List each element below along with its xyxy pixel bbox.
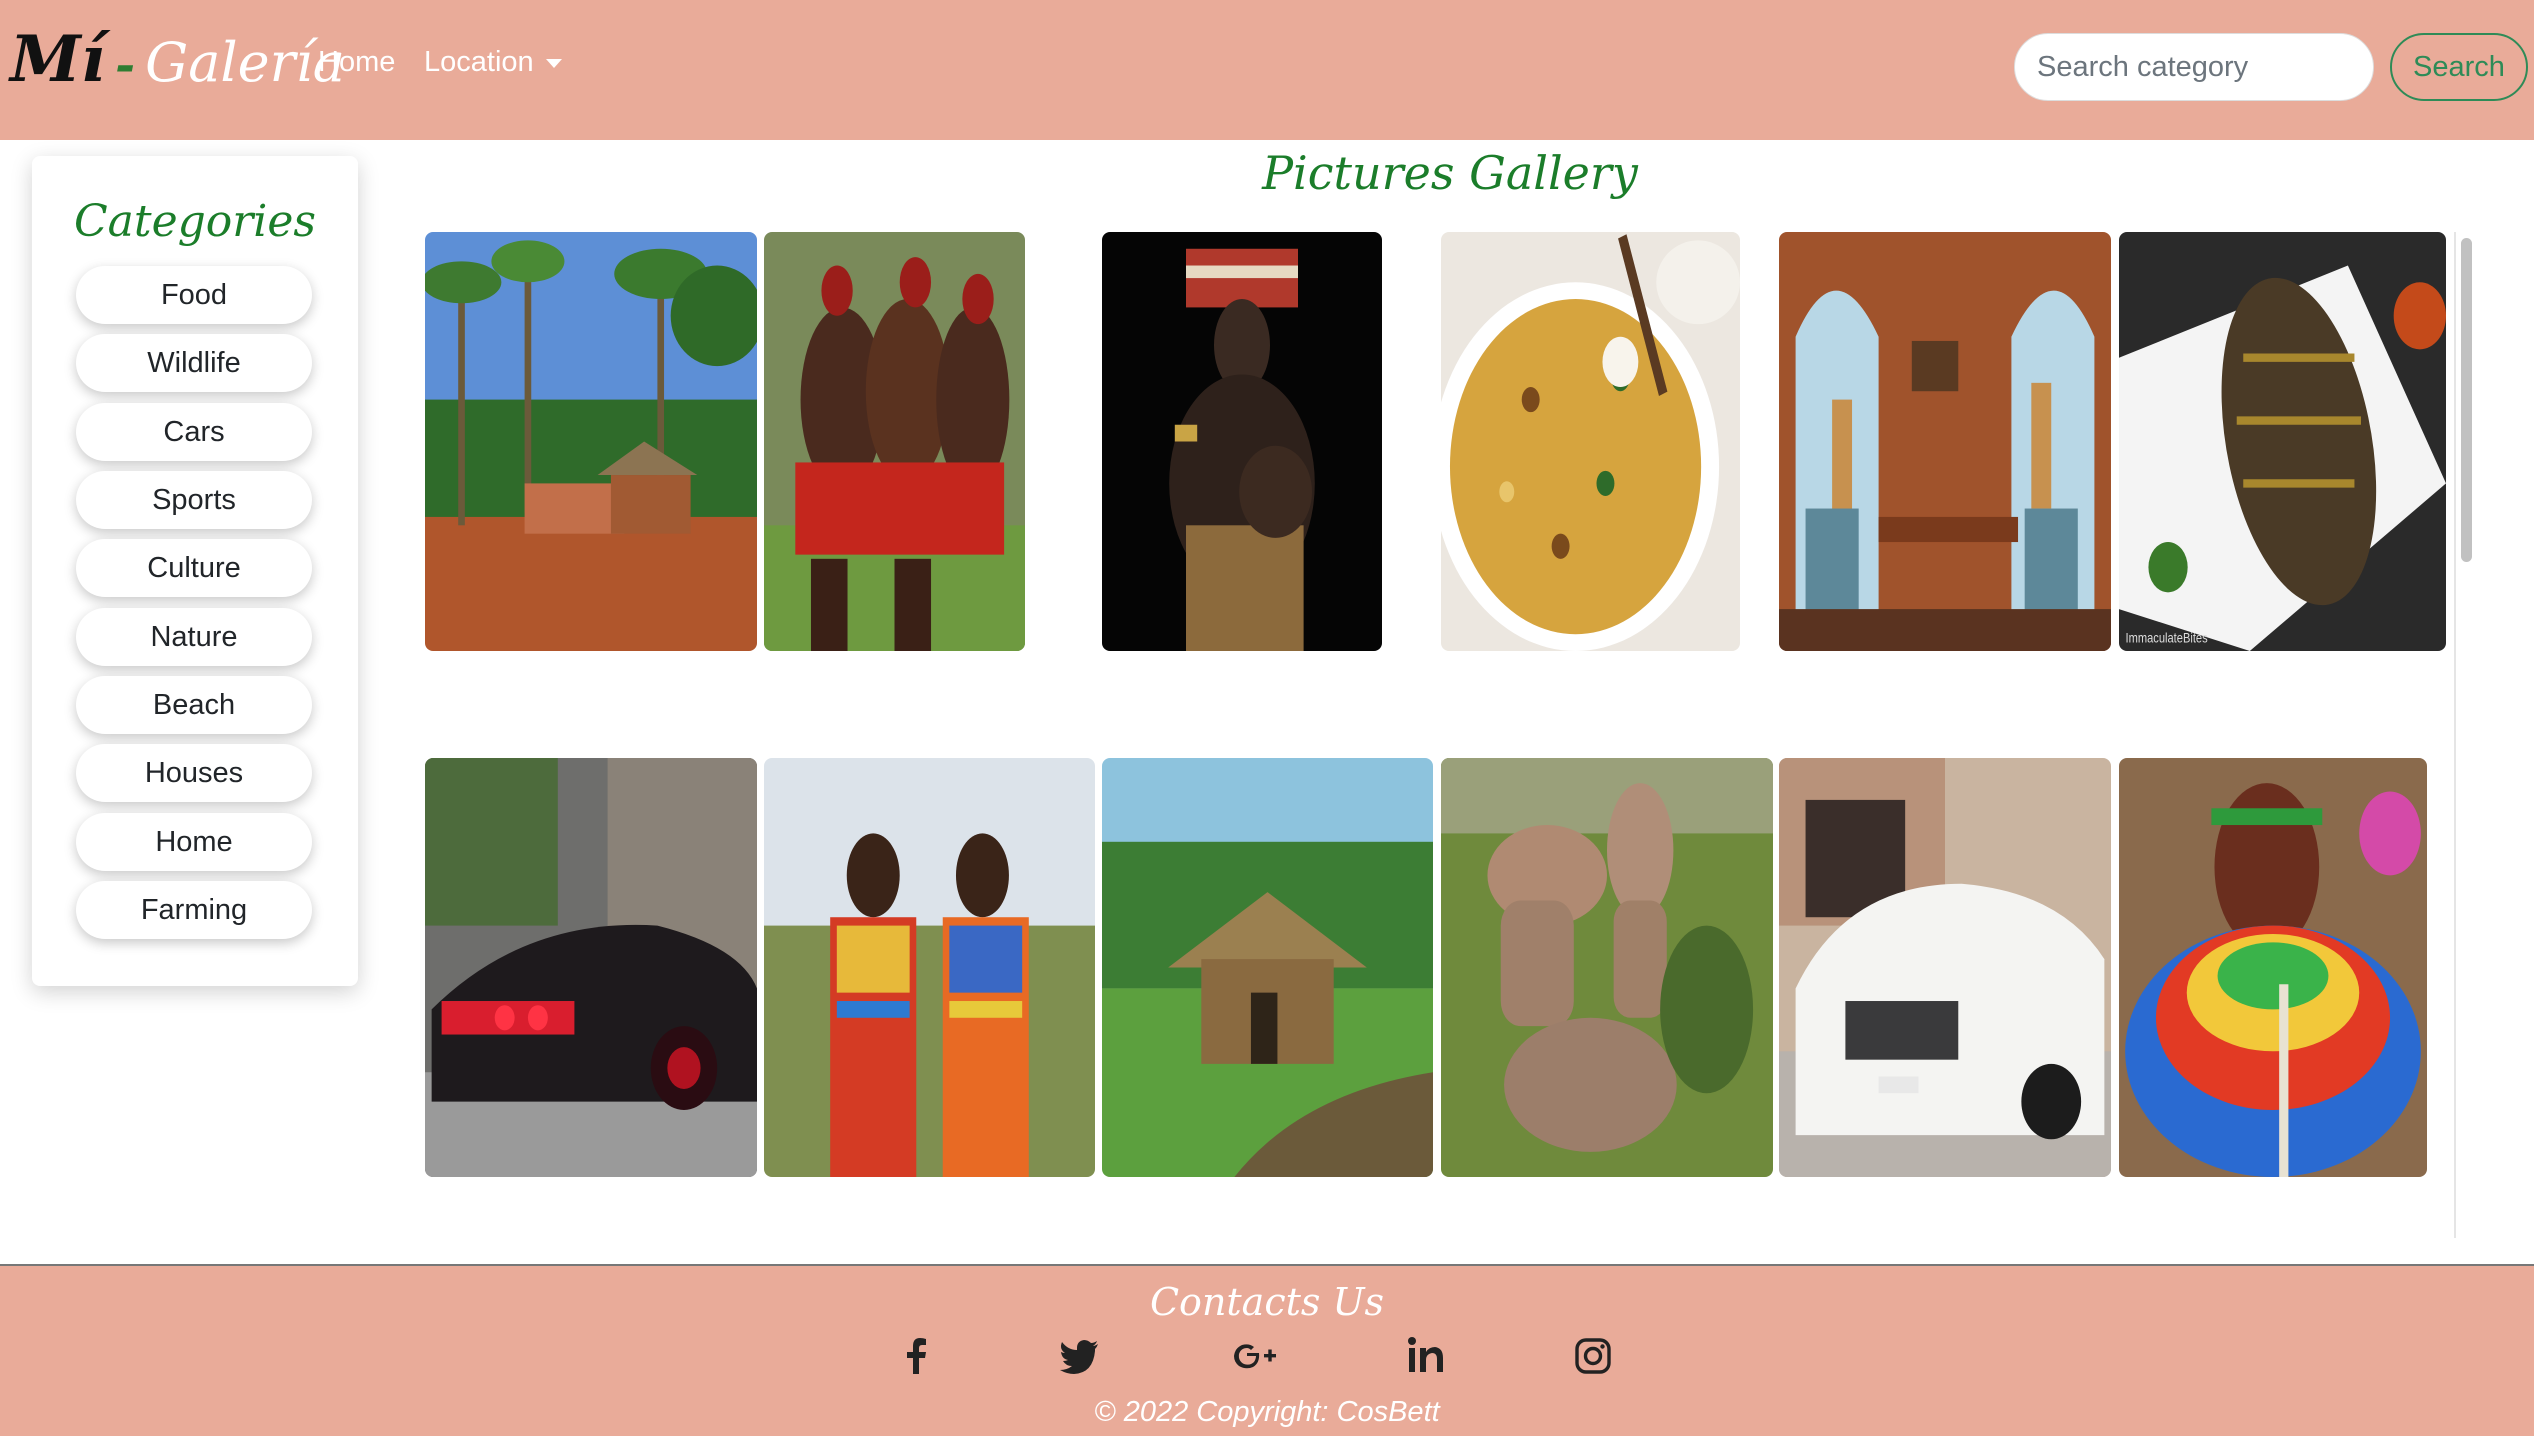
facebook-icon[interactable] [888, 1328, 944, 1384]
linkedin-icon[interactable] [1398, 1328, 1454, 1384]
google-plus-icon[interactable] [1227, 1328, 1283, 1384]
maasai-woman-beads-photo[interactable] [2119, 758, 2427, 1177]
category-culture-button[interactable]: Culture [76, 539, 312, 597]
category-wildlife-button[interactable]: Wildlife [76, 334, 312, 392]
giraffes-dining-room-photo[interactable] [1779, 232, 2111, 651]
nav-home-link[interactable]: Home [318, 46, 395, 79]
category-food-button[interactable]: Food [76, 266, 312, 324]
brand-dash: - [115, 37, 136, 93]
muscle-car-photo[interactable] [425, 758, 757, 1177]
brand-logo[interactable]: Mí - Galería [10, 22, 345, 112]
brand-part2: Galería [145, 31, 345, 94]
search-button[interactable]: Search [2390, 33, 2528, 101]
gallery-scrollbar-thumb[interactable] [2461, 238, 2472, 562]
category-farming-button[interactable]: Farming [76, 881, 312, 939]
copyright-text: © 2022 Copyright: CosBett [1094, 1396, 1440, 1428]
category-cars-button[interactable]: Cars [76, 403, 312, 461]
search-input[interactable] [2014, 33, 2374, 101]
twitter-icon[interactable] [1052, 1328, 1108, 1384]
categories-title: Categories [74, 196, 316, 247]
category-nature-button[interactable]: Nature [76, 608, 312, 666]
category-beach-button[interactable]: Beach [76, 676, 312, 734]
categories-sidebar: Categories Food Wildlife Cars Sports Cul… [32, 156, 358, 986]
grass-hut-photo[interactable] [1102, 758, 1433, 1177]
navbar: Mí - Galería Home Location Search [0, 0, 2534, 140]
maasai-girls-photo[interactable] [764, 758, 1095, 1177]
nav-location-label: Location [424, 46, 534, 78]
instagram-icon[interactable] [1565, 1328, 1621, 1384]
fried-fish-photo[interactable]: ImmaculateBites [2119, 232, 2446, 651]
photo-watermark: ImmaculateBites [2126, 629, 2208, 646]
category-home-button[interactable]: Home [76, 813, 312, 871]
category-sports-button[interactable]: Sports [76, 471, 312, 529]
maasai-warriors-dancing-photo[interactable] [764, 232, 1025, 651]
footer-title: Contacts Us [1149, 1280, 1384, 1324]
gallery-title: Pictures Gallery [1262, 146, 1638, 200]
brand-part1: Mí [10, 22, 106, 97]
rock-formation-photo[interactable] [1441, 758, 1773, 1177]
rice-pilau-dish-photo[interactable] [1441, 232, 1740, 651]
woman-with-child-photo[interactable] [1102, 232, 1382, 651]
footer: Contacts Us © 2022 Copyright: CosBett [0, 1264, 2534, 1436]
category-houses-button[interactable]: Houses [76, 744, 312, 802]
village-palm-trees-photo[interactable] [425, 232, 757, 651]
white-suv-photo[interactable] [1779, 758, 2111, 1177]
caret-down-icon [545, 58, 562, 68]
nav-location-dropdown[interactable]: Location [424, 46, 562, 79]
